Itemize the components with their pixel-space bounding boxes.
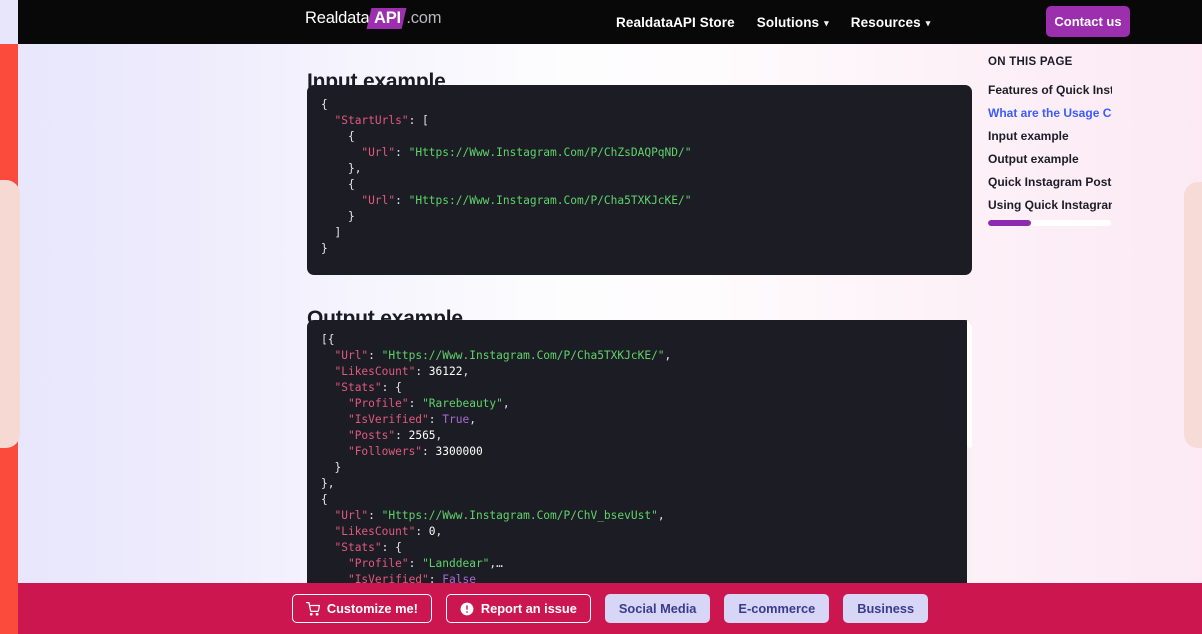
toc-item-2[interactable]: Input example [988,128,1112,144]
main-content: Input example { "StartUrls": [ { "Url": … [0,44,1202,634]
code-line: "Profile": "Rarebeauty", [347,397,510,410]
code-line: "LikesCount": 36122, [334,365,470,378]
toc-item-label: What are the Usage Costs [988,106,1112,120]
nav-label: Resources [850,14,921,30]
logo-badge-api: API [367,8,407,29]
bottom-action-bar: Customize me! Report an issue Social Media… [18,583,1202,634]
toc-item-label: Using Quick Instagram Po [988,198,1112,212]
code-line: "StartUrls": [ [334,114,429,127]
code-line: { [347,178,355,191]
code-line: } [334,461,342,474]
action-button-label: Customize me! [326,601,418,616]
toc-item-5[interactable]: Using Quick Instagram Po [988,197,1112,213]
toc-item-list: Features of Quick Instagra What are the U… [988,82,1116,213]
code-line: }, [347,162,362,175]
toc-item-0[interactable]: Features of Quick Instagra [988,82,1112,98]
code-line: { [321,98,328,111]
input-example-code-block[interactable]: { "StartUrls": [ { "Url": "Https://Www.I… [307,85,972,275]
action-button-business[interactable]: Business [843,594,929,623]
nav-item-solutions[interactable]: Solutions ▾ [757,15,829,30]
nav-label: Solutions [756,14,820,30]
reading-progress-track [988,220,1111,226]
code-line: "IsVerified": True, [347,413,476,426]
input-code-text: { "StartUrls": [ { "Url": "Https://Www.I… [307,85,972,257]
code-line: } [347,210,355,223]
toc-item-3[interactable]: Output example [988,151,1112,167]
code-line: [{ [321,333,335,346]
action-button-social-media[interactable]: Social Media [604,594,711,623]
toc-item-label: Output example [988,152,1079,166]
toc-item-label: Quick Instagram Posts Scr [988,175,1112,189]
code-line: }, [321,477,335,490]
output-code-text: [{ "Url": "Https://Www.Instagram.Com/P/C… [307,320,972,588]
action-button-customize-me[interactable]: Customize me! [291,594,432,623]
code-line: { [347,130,355,143]
logo-text-dotcom: .com [406,9,442,27]
toc-item-label: Input example [988,129,1069,143]
toc-item-label: Features of Quick Instagra [988,83,1112,97]
on-this-page-sidebar: ON THIS PAGE Features of Quick Instagra W… [988,56,1116,226]
toc-title: ON THIS PAGE [988,56,1073,68]
code-line: "Followers": 3300000 [347,445,483,458]
nav-item-resources[interactable]: Resources ▾ [851,15,931,30]
nav-item-realdataapi-store[interactable]: RealdataAPI Store [616,15,735,30]
chevron-down-icon: ▾ [925,17,931,28]
primary-nav-links: RealdataAPI Store Solutions ▾ Resources … [616,0,930,44]
alert-circle-icon [460,602,474,616]
code-line: "Url": "Https://Www.Instagram.Com/P/Cha5… [361,194,692,207]
action-button-label: Business [857,601,915,616]
code-line: "Stats": { [334,381,402,394]
output-code-scrollbar-thumb[interactable] [967,320,972,448]
code-line: "Url": "Https://Www.Instagram.Com/P/ChZs… [361,146,692,159]
code-line: "LikesCount": 0, [334,525,443,538]
code-line: ] [334,226,342,239]
code-line: } [321,242,328,255]
code-line: "Stats": { [334,541,402,554]
code-line: "Posts": 2565, [347,429,443,442]
shopping-cart-icon [305,601,320,616]
action-button-e-commerce[interactable]: E-commerce [724,594,830,623]
site-logo[interactable]: Realdata API .com [305,8,442,29]
chevron-down-icon: ▾ [824,17,829,28]
action-button-label: Report an issue [480,601,577,616]
code-line: "Url": "Https://Www.Instagram.Com/P/ChV_… [334,509,665,522]
action-button-label: E-commerce [738,601,816,616]
code-line: "Profile": "Landdear",… [347,557,503,570]
code-line: "Url": "Https://Www.Instagram.Com/P/Cha5… [334,349,672,362]
top-navigation-bar: Realdata API .com RealdataAPI Store Soluti… [18,0,1202,44]
reading-progress-fill [988,220,1032,226]
action-button-label: Social Media [618,601,697,616]
toc-item-4[interactable]: Quick Instagram Posts Scr [988,174,1112,190]
code-line: { [321,493,328,506]
nav-label: RealdataAPI Store [616,14,735,30]
contact-us-button[interactable]: Contact us [1046,6,1130,37]
logo-text-realdata: Realdata [305,9,370,27]
toc-item-1[interactable]: What are the Usage Costs [988,105,1112,121]
action-button-report-an-issue[interactable]: Report an issue [445,594,591,623]
